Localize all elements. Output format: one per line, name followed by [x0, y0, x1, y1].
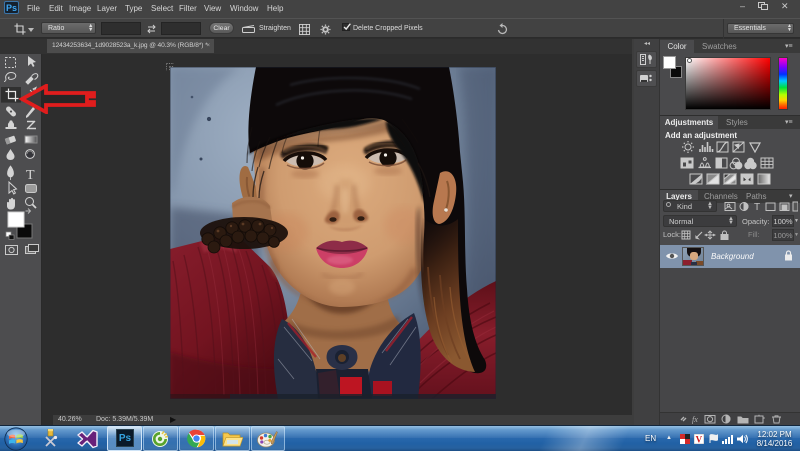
svg-text:T: T — [754, 202, 760, 212]
svg-text:V: V — [696, 435, 703, 444]
svg-text:T: T — [26, 168, 35, 183]
svg-text:fx: fx — [692, 415, 698, 424]
